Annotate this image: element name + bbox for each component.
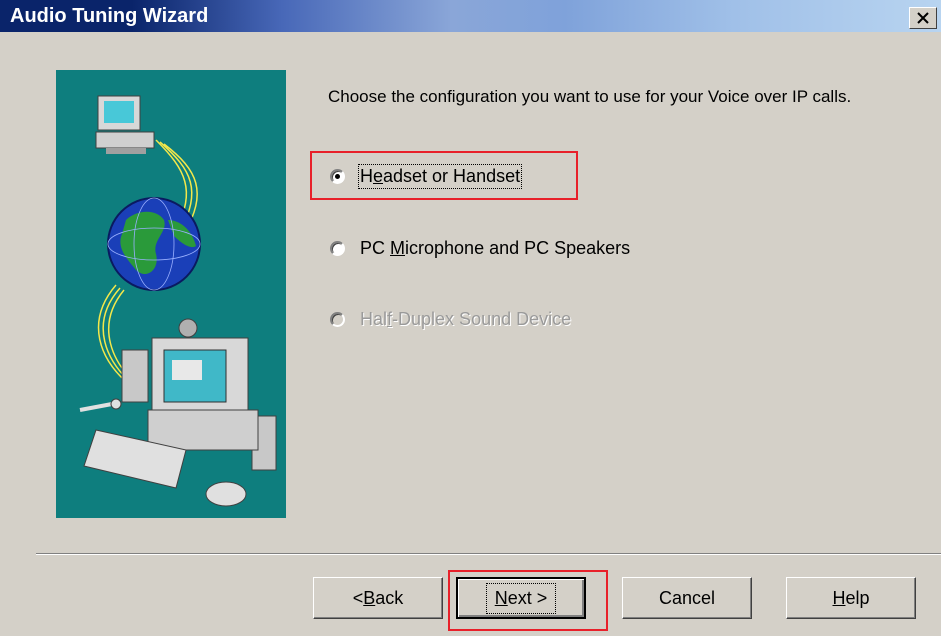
instruction-text: Choose the configuration you want to use… xyxy=(328,87,852,106)
radio-half-duplex xyxy=(330,312,345,327)
back-button[interactable]: < Back xyxy=(313,577,443,619)
close-icon xyxy=(917,12,929,24)
mouse-icon xyxy=(205,481,247,507)
highlight-box-option xyxy=(310,151,578,200)
highlight-box-next xyxy=(448,570,608,631)
help-button[interactable]: Help xyxy=(786,577,916,619)
button-separator xyxy=(36,553,941,555)
computer-icon xyxy=(95,95,155,154)
wizard-illustration xyxy=(56,70,286,518)
radio-pc-mic[interactable] xyxy=(330,241,345,256)
cancel-button[interactable]: Cancel xyxy=(622,577,752,619)
globe-icon xyxy=(107,197,201,291)
close-button[interactable] xyxy=(909,7,937,29)
option-half-duplex: Half-Duplex Sound Device xyxy=(330,309,571,330)
option-pc-mic-label: PC Microphone and PC Speakers xyxy=(360,238,631,258)
window-title: Audio Tuning Wizard xyxy=(10,5,209,27)
option-half-duplex-label: Half-Duplex Sound Device xyxy=(360,309,572,329)
option-pc-mic[interactable]: PC Microphone and PC Speakers xyxy=(330,238,630,259)
wizard-window: Audio Tuning Wizard Choose the configura… xyxy=(0,0,941,636)
title-bar[interactable]: Audio Tuning Wizard xyxy=(0,0,941,32)
microphone-icon xyxy=(79,398,122,412)
